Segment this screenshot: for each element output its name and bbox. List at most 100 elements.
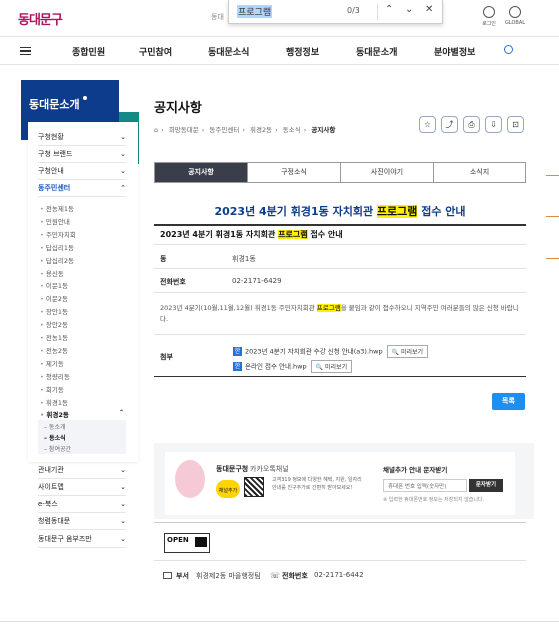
find-next-button[interactable]: ⌄: [405, 4, 413, 15]
submenu-item-news[interactable]: 동소식: [44, 433, 66, 442]
chevron-down-icon: ⌄: [120, 167, 126, 175]
home-icon[interactable]: ⌂: [154, 126, 158, 134]
dong-item-label: 용신동: [45, 270, 64, 278]
site-logo[interactable]: 동대문구: [18, 9, 63, 28]
sidebar-item-integrity[interactable]: 청렴동대문 ⌄: [38, 513, 126, 530]
dong-item[interactable]: 휘경1동: [40, 397, 68, 407]
menu-icon[interactable]: [20, 47, 31, 55]
list-button[interactable]: 목록: [492, 393, 525, 410]
search-icon[interactable]: [504, 45, 513, 54]
sidebar-item-sitemap[interactable]: 사이트맵 ⌄: [38, 479, 126, 496]
submenu-item-participation[interactable]: 참여공간: [44, 444, 71, 453]
find-divider: [377, 4, 378, 20]
kogl-type-icon: [195, 537, 207, 547]
preview-button[interactable]: 🔍 미리보기: [310, 360, 353, 373]
table-bottom-border: [154, 376, 526, 377]
department-icon: [163, 572, 172, 579]
post-body: 2023년 4분기(10월,11월,12월) 휘경1동 주민자치회관 프로그램을…: [160, 303, 522, 325]
dong-item[interactable]: 답십리1동: [40, 242, 74, 252]
dong-item[interactable]: 전농제1동: [40, 203, 74, 213]
sms-send-button[interactable]: 문자받기: [469, 479, 503, 492]
kakao-add-channel[interactable]: 채널추가: [216, 480, 240, 498]
sidebar-item-agencies[interactable]: 관내기관 ⌄: [38, 462, 126, 479]
dong-item[interactable]: 청량리동: [40, 371, 70, 381]
print-icon[interactable]: ⎙: [463, 116, 480, 133]
kakao-title: 동대문구청: [216, 465, 249, 473]
find-close-button[interactable]: ✕: [425, 4, 433, 15]
post-title-text: 접수 안내: [417, 205, 466, 218]
kogl-license-badge[interactable]: OPEN: [164, 533, 210, 553]
dong-item[interactable]: 전농1동: [40, 332, 68, 342]
breadcrumb-item[interactable]: 희망동대문: [169, 126, 199, 134]
dot-icon: [82, 96, 87, 100]
chevron-up-icon: ⌃: [120, 184, 126, 192]
dong-item[interactable]: 휘경2동 ⌃: [40, 409, 124, 419]
tab-newsletter[interactable]: 소식지: [434, 163, 525, 182]
dong-item-label: 청량리동: [45, 373, 70, 381]
post-subject: 2023년 4분기 휘경1동 자치회관 프로그램 접수 안내: [160, 229, 343, 240]
dong-item[interactable]: 이문1동: [40, 280, 68, 290]
submenu-item-intro[interactable]: 동소개: [44, 422, 66, 431]
gnb-item-intro[interactable]: 동대문소개: [356, 45, 397, 58]
globe-icon: [509, 6, 521, 18]
login-label: 로그인: [482, 21, 496, 27]
chevron-down-icon: ⌄: [120, 517, 126, 525]
tab-notice[interactable]: 공지사항: [155, 163, 248, 182]
gnb-item-participation[interactable]: 구민참여: [139, 45, 172, 58]
dong-item[interactable]: 민원안내: [40, 216, 70, 226]
post-subject-text: 2023년 4분기 휘경1동 자치회관: [160, 230, 279, 239]
sidebar-item-guide[interactable]: 구청안내 ⌄: [38, 163, 126, 180]
breadcrumb-item[interactable]: 동소식: [283, 126, 301, 134]
download-icon[interactable]: ⇩: [485, 116, 502, 133]
kakao-description: 고객319 정보에 다양한 혜택, 지원, 일자리 안내를 친구추가로 간편히 …: [272, 477, 362, 491]
tab-district-news[interactable]: 구정소식: [248, 163, 341, 182]
dong-item[interactable]: 장안1동: [40, 306, 68, 316]
global-link[interactable]: GLOBAL: [500, 6, 530, 26]
attachment-link[interactable]: 2023년 4분기 자치회관 수강 신청 안내(a3).hwp: [245, 348, 383, 356]
dong-item-label: 휘경1동: [45, 399, 68, 407]
board-tabs: 공지사항 구정소식 사진이야기 소식지: [154, 162, 526, 183]
search-highlight: 프로그램: [376, 205, 418, 218]
dong-item[interactable]: 답십리2동: [40, 255, 74, 265]
breadcrumb-item[interactable]: 휘경2동: [250, 126, 272, 134]
sidebar-item-ombudsman[interactable]: 동대문구 옴부즈만 ⌄: [38, 531, 126, 548]
find-prev-button[interactable]: ⌃: [385, 4, 393, 15]
sidebar-item-label: e-북스: [38, 500, 58, 508]
dong-item[interactable]: 용신동: [40, 268, 64, 278]
dong-item[interactable]: 주민자치회: [40, 229, 76, 239]
find-bar: 프로그램 0/3 ⌃ ⌄ ✕: [228, 0, 443, 24]
sidebar-item-brand[interactable]: 구청 브랜드 ⌄: [38, 146, 126, 163]
sidebar-item-status[interactable]: 구청현황 ⌄: [38, 129, 126, 146]
page-edge-mark: [546, 175, 559, 176]
dong-item[interactable]: 장안2동: [40, 319, 68, 329]
breadcrumb-item[interactable]: 동주민센터: [209, 126, 239, 134]
share-icon[interactable]: ⤴: [441, 116, 458, 133]
sms-title: 채널추가 안내 문자받기: [383, 466, 448, 474]
find-query-input[interactable]: 프로그램: [237, 5, 273, 18]
dong-item[interactable]: 회기동: [40, 384, 64, 394]
phone-number-input[interactable]: 휴대폰 번호 입력(숫자만): [383, 479, 467, 492]
gnb-item-civil[interactable]: 종합민원: [72, 45, 105, 58]
dong-item[interactable]: 전농2동: [40, 345, 68, 355]
field-label-dong: 동: [160, 255, 167, 263]
global-nav: 종합민원 구민참여 동대문소식 행정정보 동대문소개 분야별정보: [0, 36, 559, 65]
favorite-icon[interactable]: ☆: [419, 116, 436, 133]
sidebar-item-ebooks[interactable]: e-북스 ⌄: [38, 496, 126, 513]
sidebar-item-community-center[interactable]: 동주민센터 ⌃: [38, 180, 126, 197]
department-value: 휘경제2동 마을행정팀: [196, 572, 261, 580]
gnb-item-admin[interactable]: 행정정보: [286, 45, 319, 58]
tab-photo-story[interactable]: 사진이야기: [341, 163, 434, 182]
preview-button[interactable]: 🔍 미리보기: [386, 345, 429, 358]
attachment-link[interactable]: 온라인 접수 안내.hwp: [245, 363, 307, 371]
expand-icon[interactable]: ⊡: [507, 116, 524, 133]
page-edge-mark: [546, 258, 559, 259]
dong-item[interactable]: 제기동: [40, 358, 64, 368]
table-top-border: [154, 224, 526, 226]
chevron-down-icon: ⌄: [120, 500, 126, 508]
gnb-item-fields[interactable]: 분야별정보: [434, 45, 475, 58]
chevron-down-icon: ⌄: [120, 535, 126, 543]
sidebar-item-label: 청렴동대문: [38, 517, 71, 525]
gnb-item-news[interactable]: 동대문소식: [208, 45, 249, 58]
dong-item[interactable]: 이문2동: [40, 293, 68, 303]
dong-item-label: 장안2동: [45, 321, 68, 329]
